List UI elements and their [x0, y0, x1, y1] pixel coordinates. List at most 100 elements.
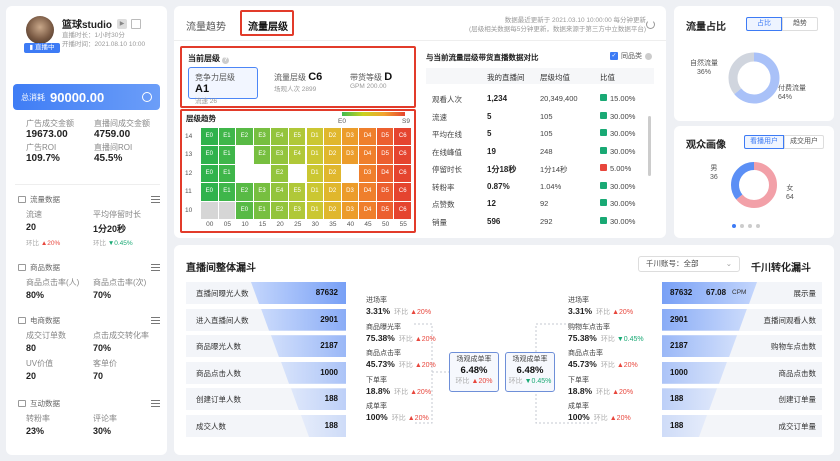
heatmap-cell: D4 — [359, 183, 376, 201]
heatmap-cell: D3 — [341, 128, 359, 146]
ratio-trend-icon — [600, 164, 607, 171]
heatmap-cell: D3 — [341, 201, 359, 219]
help-icon[interactable]: ? — [222, 57, 230, 64]
funnel-rate-value: 3.31% — [568, 306, 593, 316]
metrics-grid: 广告成交金额 19673.00 直播间成交金额 4759.00 广告ROI 109.7… — [26, 118, 162, 164]
carousel-dots[interactable] — [732, 224, 760, 228]
funnel-stage-value: 2901 — [670, 314, 688, 324]
level-trend-title: 层级趋势 — [186, 114, 216, 123]
level-card-sales[interactable]: 带货等级 D GPM 200.00 — [346, 67, 412, 99]
heatmap-cell: E0 — [201, 183, 218, 201]
funnel-rate-label: 进场率 — [366, 297, 387, 304]
refresh-icon[interactable] — [646, 20, 655, 29]
section-ecommerce: 电商数据 成交订单数 点击成交转化率 80 70% UV价值 客单价 20 70 — [18, 309, 160, 381]
heatmap-y-label: 11 — [185, 188, 192, 196]
scale-min-label: E0 — [338, 118, 346, 125]
funnel-rate-label: 成单率 — [366, 403, 387, 411]
account-select[interactable]: 千川账号：全部 ⌄ — [638, 256, 740, 272]
checkbox-icon[interactable]: ✓ — [610, 52, 618, 60]
help-icon[interactable] — [645, 52, 652, 60]
heatmap-cell: E1 — [218, 128, 236, 146]
funnel-rate: 商品点击率 45.73% 环比 ▲20% — [366, 349, 436, 371]
same-category-filter[interactable]: ✓ 同品类 — [610, 51, 652, 61]
qrcode-icon[interactable] — [131, 18, 141, 29]
male-label: 男 36 — [710, 165, 718, 181]
level-card-traffic[interactable]: 流量层级 C6 场观人次 2899 — [270, 67, 340, 99]
trend-label: 环比 — [394, 309, 409, 316]
ratio-trend-icon — [600, 199, 607, 206]
heatmap-x-label: 05 — [223, 221, 231, 228]
clock-icon[interactable] — [142, 92, 152, 102]
total-spend-value: 90000.00 — [50, 89, 105, 105]
heatmap-cell: D4 — [359, 146, 376, 164]
audience-title: 观众画像 — [686, 140, 726, 151]
live-badge-text: 直播中 — [34, 44, 55, 51]
funnel-stage-label: 创建订单人数 — [196, 395, 241, 405]
tab-traffic-trend[interactable]: 流量趋势 — [186, 18, 226, 33]
funnel-rate-label: 成单率 — [568, 403, 589, 411]
ratio-trend-icon — [600, 111, 607, 119]
compare-row-avg: 1分14秒 — [540, 165, 568, 174]
current-level-title: 当前层级 ? — [188, 54, 230, 64]
heatmap-x-label: 15 — [258, 221, 267, 228]
filter-icon[interactable] — [151, 264, 160, 271]
section-interaction: 互动数据 转粉率 评论率 23% 30% — [18, 392, 160, 436]
compare-row-label: 点赞数 — [432, 200, 455, 209]
total-spend-banner: 总消耗 90000.00 — [13, 84, 160, 110]
funnel-rate: 成单率 100% 环比 ▲20% — [366, 402, 429, 424]
tab-share[interactable]: 占比 — [746, 17, 782, 31]
funnel-stage-value: 2901 — [320, 314, 338, 324]
trend-change: ▲20% — [609, 415, 631, 423]
update-info: 数据最近更新于 2021.03.10 10:00:00 每分钟更新 (层级相关数据… — [469, 17, 646, 33]
heatmap-cell: D2 — [324, 183, 341, 201]
heatmap-cell: E1 — [218, 164, 236, 183]
scrollbar[interactable] — [648, 116, 651, 176]
filter-icon[interactable] — [151, 317, 160, 324]
heatmap-cell: D4 — [376, 164, 394, 183]
filter-icon[interactable] — [151, 400, 160, 407]
funnel-stage-value: 1000 — [320, 367, 338, 377]
duration-label: 直播时长： — [62, 32, 95, 39]
funnel-rate-label: 下单率 — [366, 376, 387, 384]
heatmap-y-label: 10 — [185, 206, 193, 214]
funnel-rate-value: 75.38% — [366, 332, 395, 343]
ratio-trend-icon — [600, 146, 607, 154]
heatmap-x-label: 40 — [346, 221, 355, 228]
compare-row-label: 流速 — [432, 112, 447, 122]
funnel-stage-label: 展示量 — [793, 289, 817, 298]
heatmap-cell: D1 — [306, 146, 324, 164]
funnel-rate-label: 下单率 — [568, 376, 589, 384]
box-icon — [18, 264, 26, 271]
funnel-rate: 进场率 3.31% 环比 ▲20% — [366, 296, 431, 318]
tab-trend[interactable]: 趋势 — [782, 17, 818, 31]
paid-traffic-label: 付费流量 64% — [778, 85, 806, 101]
compare-row-ratio: 15.00% — [610, 94, 636, 103]
funnel-rate-line: 18.8% 环比 ▲20% — [366, 386, 431, 398]
audience-panel: 观众画像 看播用户 成交用户 男 36 女 64 — [674, 126, 834, 238]
live-badge: ▮ 直播中 — [24, 43, 60, 53]
funnel-rate-value: 45.73% — [568, 359, 597, 370]
tab-viewers[interactable]: 看播用户 — [744, 135, 784, 149]
compare-row-ratio: 30.00% — [610, 111, 636, 121]
tab-buyers[interactable]: 成交用户 — [784, 135, 824, 149]
funnel-rate-line: 45.73% 环比 ▲20% — [568, 359, 638, 371]
filter-icon[interactable] — [151, 196, 160, 203]
level-card-competitive[interactable]: 竞争力层级 A1 流速 26 — [188, 67, 258, 105]
funnel-stage-value: 2187 — [670, 341, 688, 351]
heatmap-y-label: 14 — [185, 133, 193, 140]
funnel-rate-label: 商品曝光率 — [366, 323, 401, 331]
conversion-trend: 环比 ▲20% — [450, 377, 498, 387]
ratio-trend-icon — [600, 216, 607, 224]
traffic-share-panel: 流量占比 占比 趋势 自然流量 36% 付费流量 64% — [674, 6, 834, 121]
trend-change: ▲20% — [471, 378, 493, 385]
compare-row-label: 转粉率 — [432, 182, 455, 192]
play-icon[interactable]: ▶ — [117, 18, 127, 29]
heatmap-x-label: 35 — [329, 221, 337, 228]
compare-row-ratio: 30.00% — [610, 216, 636, 226]
funnel-rate-label: 商品点击率 — [366, 350, 401, 358]
heatmap-cell: E0 — [201, 164, 218, 183]
trend-label: 环比 — [596, 309, 611, 316]
heatmap-cell: D1 — [306, 128, 324, 146]
level-scale-bar — [342, 112, 405, 116]
funnel-rate-line: 75.38% 环比 ▼0.45% — [568, 333, 644, 345]
